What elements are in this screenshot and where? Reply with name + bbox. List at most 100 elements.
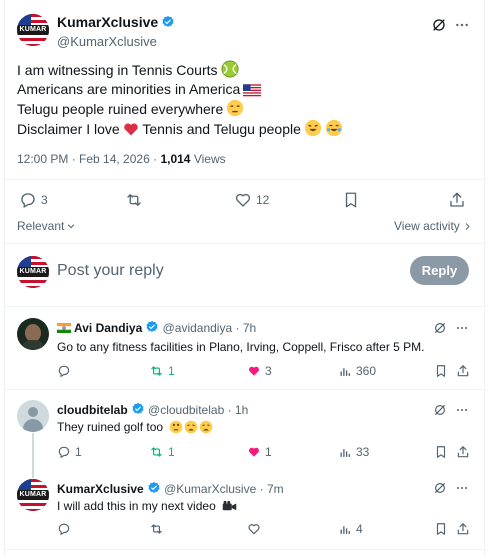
weary-face-icon bbox=[200, 420, 213, 434]
reply-avatar[interactable]: KUMAR bbox=[17, 479, 49, 511]
reply-author-name[interactable]: cloudbitelab bbox=[57, 403, 128, 417]
tears-of-joy-icon bbox=[325, 119, 342, 136]
reply-header: cloudbitelab @cloudbitelab · 1h bbox=[57, 402, 248, 417]
more-options-icon[interactable] bbox=[455, 403, 469, 417]
tennis-ball-icon bbox=[220, 60, 239, 78]
reply-text: Go to any fitness facilities in Plano, I… bbox=[57, 340, 425, 354]
author-block: KumarXclusive @KumarXclusive bbox=[57, 14, 175, 49]
post-detail: KUMAR KumarXclusive @KumarXclusive I am … bbox=[4, 0, 486, 557]
reply-time[interactable]: · 1h bbox=[228, 403, 249, 417]
composer-avatar: KUMAR bbox=[17, 256, 49, 288]
view-activity-link[interactable]: View activity bbox=[394, 219, 472, 233]
reply-action[interactable]: 3 bbox=[19, 191, 48, 209]
repost-count: 1 bbox=[168, 364, 175, 378]
reply-text-row: They ruined golf too bbox=[57, 420, 213, 434]
reply-action[interactable]: 1 bbox=[57, 445, 82, 459]
grok-icon[interactable] bbox=[433, 481, 447, 495]
heart-icon bbox=[235, 193, 251, 207]
bookmark-icon[interactable] bbox=[434, 445, 448, 459]
reply-author-handle[interactable]: @KumarXclusive bbox=[164, 482, 256, 496]
share-icon[interactable] bbox=[456, 364, 470, 378]
like-action[interactable] bbox=[247, 522, 261, 536]
repost-action[interactable]: 1 bbox=[149, 445, 175, 459]
views-label: Views bbox=[193, 152, 226, 166]
reply-author-handle[interactable]: @cloudbitelab bbox=[148, 403, 224, 417]
heart-icon bbox=[249, 447, 259, 457]
reply-count: 3 bbox=[41, 193, 48, 207]
verified-badge-icon bbox=[148, 481, 160, 493]
divider bbox=[5, 306, 486, 307]
bookmark-icon[interactable] bbox=[434, 364, 448, 378]
india-flag-icon bbox=[57, 323, 71, 333]
tweet-timestamp[interactable]: 12:00 PM · Feb 14, 2026 · bbox=[17, 152, 157, 166]
share-action[interactable] bbox=[448, 191, 466, 209]
chevron-down-icon bbox=[68, 224, 75, 229]
analytics-icon bbox=[340, 367, 350, 376]
bookmark-icon[interactable] bbox=[434, 522, 448, 536]
repost-icon bbox=[151, 524, 162, 534]
reply-avatar[interactable] bbox=[17, 400, 49, 432]
bookmark-action[interactable] bbox=[342, 191, 360, 209]
views-action[interactable]: 4 bbox=[339, 522, 363, 536]
reply-action[interactable] bbox=[57, 364, 71, 378]
reply-author-name[interactable]: Avi Dandiya bbox=[74, 321, 142, 335]
red-heart-icon bbox=[123, 122, 138, 135]
grok-icon[interactable] bbox=[433, 321, 447, 335]
reply-action[interactable] bbox=[57, 522, 71, 536]
views-count: 1,014 bbox=[160, 152, 191, 166]
reply-author-handle[interactable]: @avidandiya bbox=[163, 321, 233, 335]
more-options-icon[interactable] bbox=[455, 481, 469, 495]
views-action[interactable]: 33 bbox=[339, 445, 369, 459]
divider bbox=[5, 549, 486, 550]
divider bbox=[5, 179, 486, 180]
share-icon[interactable] bbox=[456, 445, 470, 459]
tweet-line-5: Tennis and Telugu people bbox=[142, 120, 301, 137]
author-name[interactable]: KumarXclusive bbox=[57, 14, 158, 30]
verified-badge-icon bbox=[132, 402, 144, 414]
repost-action[interactable]: 1 bbox=[149, 364, 175, 378]
tweet-line-3: Telugu people ruined everywhere bbox=[17, 101, 224, 117]
tweet-line-4: Disclaimer I love bbox=[17, 120, 120, 137]
share-icon bbox=[450, 192, 464, 207]
reply-input[interactable]: Post your reply bbox=[57, 262, 164, 280]
reply-text: They ruined golf too bbox=[57, 420, 164, 434]
reply-count: 1 bbox=[75, 445, 82, 459]
repost-action[interactable] bbox=[124, 191, 144, 209]
grok-icon[interactable] bbox=[433, 403, 447, 417]
tweet-line-2: Americans are minorities in America bbox=[17, 80, 241, 97]
more-options-icon[interactable] bbox=[454, 17, 470, 33]
analytics-icon bbox=[340, 448, 350, 457]
like-action[interactable]: 12 bbox=[234, 191, 269, 209]
views-action[interactable]: 360 bbox=[339, 364, 376, 378]
chevron-right-icon bbox=[465, 222, 470, 230]
views-count: 360 bbox=[356, 364, 377, 378]
author-handle[interactable]: @KumarXclusive bbox=[57, 34, 175, 49]
divider bbox=[5, 243, 486, 244]
like-action[interactable]: 3 bbox=[247, 364, 272, 378]
like-action[interactable]: 1 bbox=[247, 445, 272, 459]
reply-author-name[interactable]: KumarXclusive bbox=[57, 482, 144, 496]
author-avatar[interactable]: KUMAR bbox=[17, 14, 49, 46]
heart-icon bbox=[248, 524, 260, 535]
reply-header: KumarXclusive @KumarXclusive · 7m bbox=[57, 481, 284, 496]
repost-action[interactable] bbox=[149, 522, 164, 536]
analytics-icon bbox=[340, 525, 350, 534]
repost-icon bbox=[151, 366, 162, 376]
view-activity-label: View activity bbox=[394, 219, 460, 233]
reply-time[interactable]: · 7m bbox=[260, 482, 284, 496]
share-icon[interactable] bbox=[456, 522, 470, 536]
video-camera-icon bbox=[222, 500, 237, 511]
sort-dropdown[interactable]: Relevant bbox=[17, 219, 76, 233]
repost-icon bbox=[151, 447, 162, 457]
more-options-icon[interactable] bbox=[455, 321, 469, 335]
tweet-line-1: I am witnessing in Tennis Courts bbox=[17, 62, 218, 78]
reply-button[interactable]: Reply bbox=[410, 256, 469, 285]
grok-icon[interactable] bbox=[431, 17, 447, 33]
like-count: 3 bbox=[265, 364, 272, 378]
reply-header: Avi Dandiya @avidandiya · 7h bbox=[57, 320, 256, 335]
reply-avatar[interactable] bbox=[17, 318, 49, 350]
reply-time[interactable]: · 7h bbox=[236, 321, 257, 335]
verified-badge-icon bbox=[146, 320, 158, 332]
bookmark-icon bbox=[345, 192, 357, 208]
rofl-face-icon bbox=[304, 119, 321, 136]
